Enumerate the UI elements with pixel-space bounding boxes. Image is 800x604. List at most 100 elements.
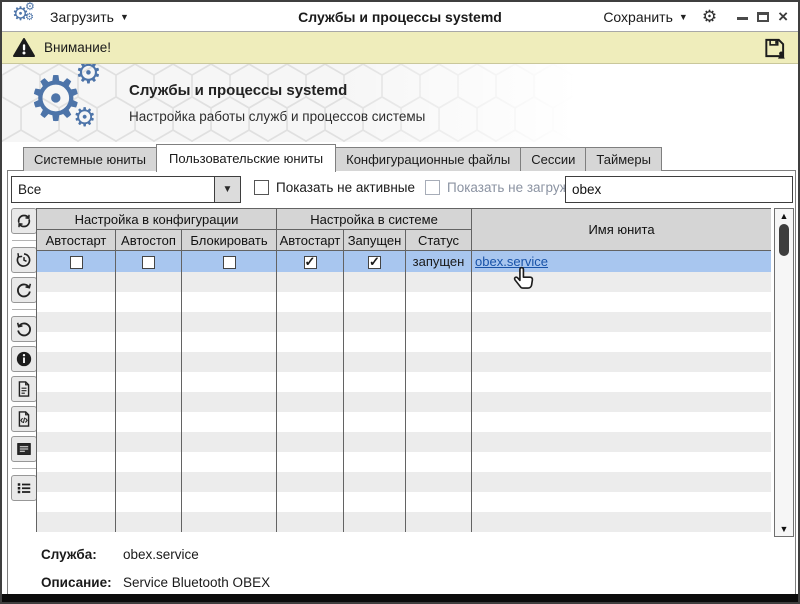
dropdown-arrow-icon[interactable]: ▼ <box>214 177 240 202</box>
save-button[interactable]: Сохранить ▼ <box>603 9 688 25</box>
tab-bar: Системные юниты Пользовательские юниты К… <box>23 144 661 171</box>
description-label: Описание: <box>41 575 112 590</box>
show-inactive-checkbox[interactable]: Показать не активные <box>254 180 415 195</box>
group-header-system: Настройка в системе <box>277 209 472 230</box>
system-autostart-checkbox[interactable] <box>304 256 317 269</box>
app-gears-icon: ⚙⚙⚙ <box>12 6 38 28</box>
minimize-button[interactable] <box>737 17 748 20</box>
save-button-label: Сохранить <box>603 9 673 25</box>
table-row[interactable] <box>37 412 772 432</box>
maximize-button[interactable] <box>757 12 769 22</box>
units-table: Настройка в конфигурации Настройка в сис… <box>36 208 771 537</box>
description-value: Service Bluetooth OBEX <box>123 575 270 590</box>
content-panel: Все ▼ Показать не активные Показать не з… <box>7 170 796 596</box>
unit-table-body: запущен obex.service <box>37 251 772 532</box>
table-row[interactable] <box>37 372 772 392</box>
table-row[interactable] <box>37 472 772 492</box>
undo-history-button[interactable] <box>11 247 37 273</box>
close-button[interactable]: × <box>778 12 788 22</box>
table-scrollbar[interactable]: ▲ ▼ <box>774 208 794 537</box>
tab-system-units[interactable]: Системные юниты <box>23 147 157 171</box>
warning-bar: Внимание! <box>2 32 798 64</box>
system-running-checkbox[interactable] <box>368 256 381 269</box>
unit-row-selected[interactable]: запущен obex.service <box>37 251 772 272</box>
file-icon <box>14 379 34 399</box>
hand-cursor-icon <box>510 265 538 293</box>
load-button[interactable]: Загрузить ▼ <box>50 9 129 25</box>
journal-icon <box>14 439 34 459</box>
status-cell: запущен <box>406 251 472 272</box>
table-row[interactable] <box>37 512 772 532</box>
toolbar-separator <box>12 240 36 241</box>
file-button[interactable] <box>11 376 37 402</box>
file-code-icon <box>14 409 34 429</box>
tab-sessions[interactable]: Сессии <box>520 147 586 171</box>
file-code-button[interactable] <box>11 406 37 432</box>
journal-button[interactable] <box>11 436 37 462</box>
column-header-system-running[interactable]: Запущен <box>344 230 406 251</box>
screen-edge-bar <box>2 594 798 602</box>
undo-button[interactable] <box>11 316 37 342</box>
redo-button[interactable] <box>11 277 37 303</box>
app-header: ⚙⚙⚙ Службы и процессы systemd Настройка … <box>2 64 798 142</box>
service-label: Служба: <box>41 547 97 562</box>
refresh-button[interactable] <box>11 208 37 234</box>
app-subtitle: Настройка работы служб и процессов систе… <box>129 109 425 124</box>
info-button[interactable] <box>11 346 37 372</box>
list-button[interactable] <box>11 475 37 501</box>
config-autostop-checkbox[interactable] <box>142 256 155 269</box>
tab-timers[interactable]: Таймеры <box>585 147 662 171</box>
toolbar-separator <box>12 309 36 310</box>
scroll-up-arrow-icon[interactable]: ▲ <box>775 209 793 223</box>
table-row[interactable] <box>37 332 772 352</box>
group-header-config: Настройка в конфигурации <box>37 209 277 230</box>
column-header-unit-name[interactable]: Имя юнита <box>472 209 771 251</box>
table-row[interactable] <box>37 352 772 372</box>
undo-icon <box>14 319 34 339</box>
show-inactive-label: Показать не активные <box>276 180 415 195</box>
tab-user-units[interactable]: Пользовательские юниты <box>156 144 336 172</box>
info-icon <box>14 349 34 369</box>
config-autostart-checkbox[interactable] <box>70 256 83 269</box>
table-row[interactable] <box>37 292 772 312</box>
undo-history-icon <box>14 250 34 270</box>
checkbox-icon <box>425 180 440 195</box>
column-header-config-autostart[interactable]: Автостарт <box>37 230 116 251</box>
unit-search-input[interactable] <box>565 176 793 203</box>
chevron-down-icon: ▼ <box>679 12 688 22</box>
column-header-config-block[interactable]: Блокировать <box>182 230 277 251</box>
table-row[interactable] <box>37 432 772 452</box>
checkbox-icon[interactable] <box>254 180 269 195</box>
column-header-config-autostop[interactable]: Автостоп <box>116 230 182 251</box>
load-button-label: Загрузить <box>50 9 114 25</box>
service-value: obex.service <box>123 547 199 562</box>
column-header-status[interactable]: Статус <box>406 230 472 251</box>
refresh-icon <box>14 211 34 231</box>
settings-gear-icon[interactable]: ⚙ <box>702 7 717 27</box>
table-row[interactable] <box>37 492 772 512</box>
tab-config-files[interactable]: Конфигурационные файлы <box>335 147 521 171</box>
chevron-down-icon: ▼ <box>120 12 129 22</box>
column-header-system-autostart[interactable]: Автостарт <box>277 230 344 251</box>
warning-icon <box>12 36 36 60</box>
scroll-down-arrow-icon[interactable]: ▼ <box>775 522 793 536</box>
table-group-header-row: Настройка в конфигурации Настройка в сис… <box>37 209 772 230</box>
table-row[interactable] <box>37 392 772 412</box>
title-bar: ⚙⚙⚙ Загрузить ▼ Службы и процессы system… <box>2 2 798 32</box>
app-window: ⚙⚙⚙ Загрузить ▼ Службы и процессы system… <box>0 0 800 604</box>
warning-text: Внимание! <box>44 40 111 55</box>
redo-icon <box>14 280 34 300</box>
toolbar-separator <box>12 468 36 469</box>
side-toolbar <box>10 208 38 505</box>
scrollbar-thumb[interactable] <box>779 224 789 256</box>
table-row[interactable] <box>37 312 772 332</box>
list-icon <box>14 478 34 498</box>
config-block-checkbox[interactable] <box>223 256 236 269</box>
hexagon-pattern-background <box>2 64 798 142</box>
save-file-icon[interactable] <box>762 35 788 61</box>
table-row[interactable] <box>37 452 772 472</box>
category-dropdown[interactable]: Все ▼ <box>11 176 241 203</box>
gears-logo-icon: ⚙⚙⚙ <box>28 66 112 140</box>
app-title: Службы и процессы systemd <box>129 82 347 99</box>
table-row[interactable] <box>37 272 772 292</box>
